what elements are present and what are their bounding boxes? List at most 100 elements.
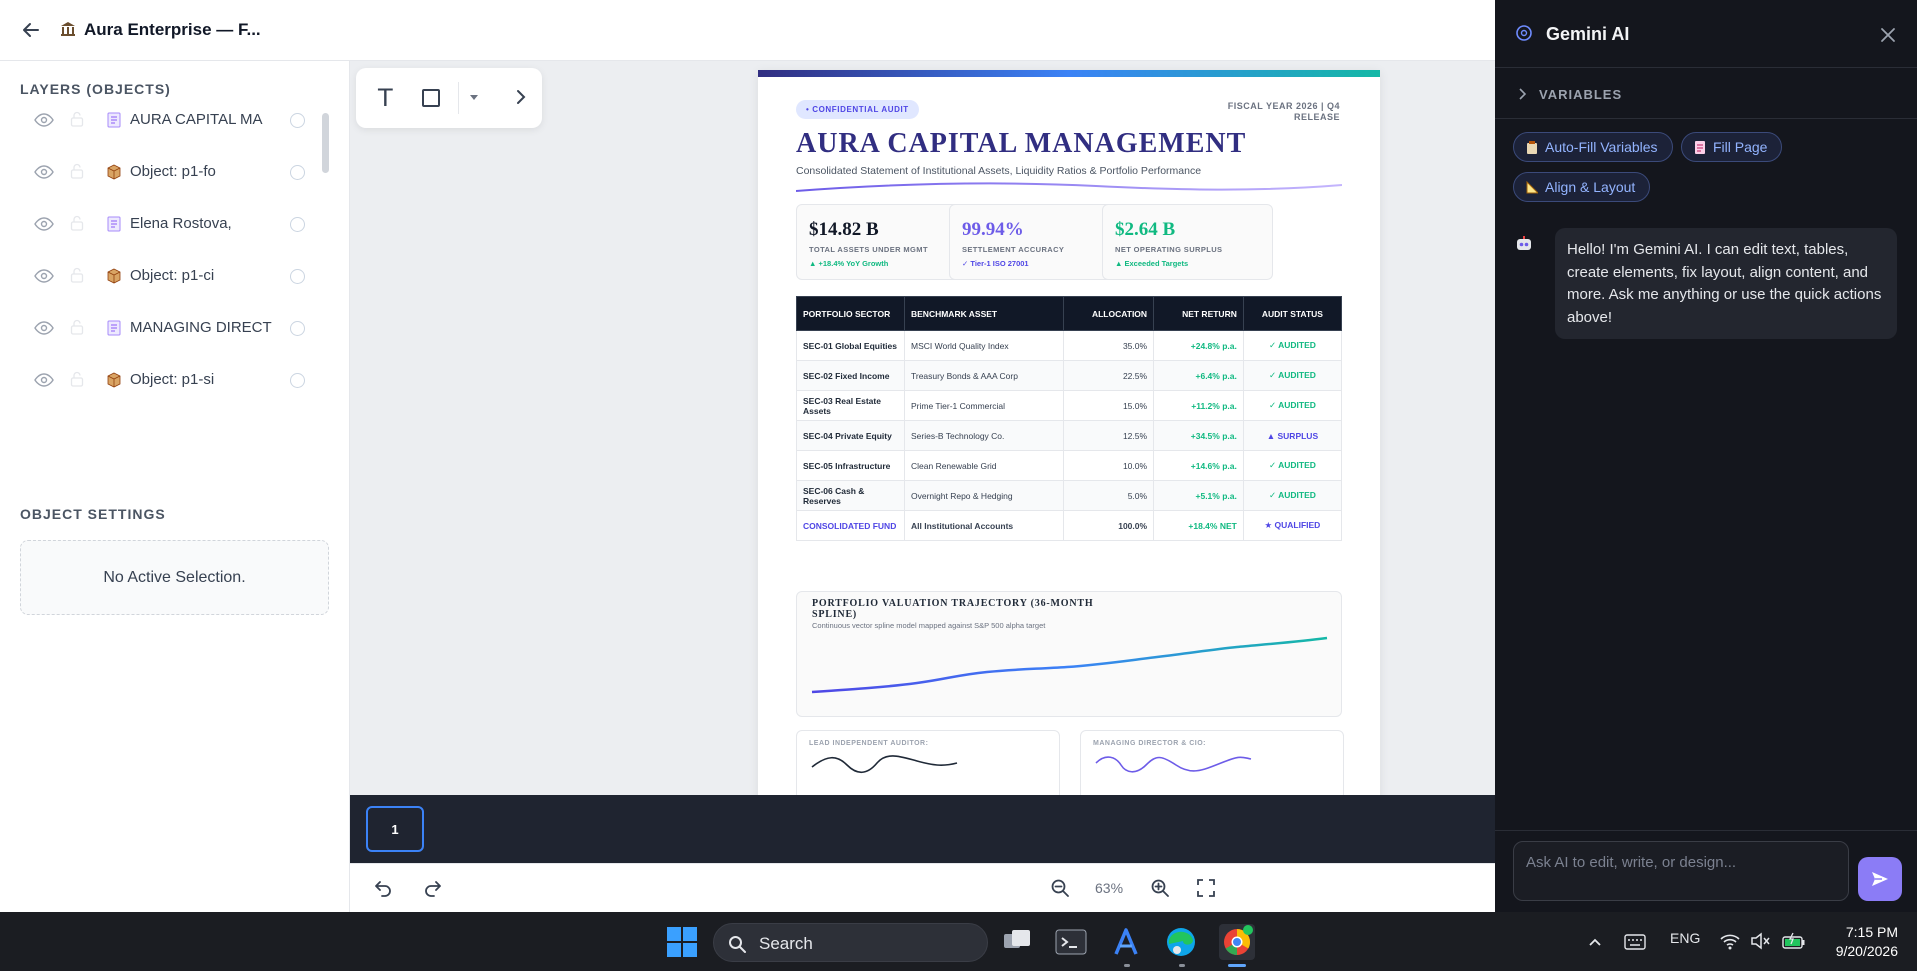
lock-open-icon[interactable] xyxy=(70,371,84,387)
windows-start-icon[interactable] xyxy=(664,924,700,960)
layer-item[interactable]: MANAGING DIRECT xyxy=(0,303,320,355)
keyboard-icon[interactable] xyxy=(1624,933,1646,951)
language-indicator[interactable]: ENG xyxy=(1670,930,1700,946)
lock-open-icon[interactable] xyxy=(70,215,84,231)
table-cell: SEC-03 Real Estate Assets xyxy=(796,390,905,421)
eye-icon[interactable] xyxy=(34,165,54,179)
layer-item[interactable]: Object: p1-si xyxy=(0,355,320,407)
table-row[interactable]: SEC-04 Private Equity Series-B Technology… xyxy=(796,420,1343,451)
lock-open-icon[interactable] xyxy=(70,319,84,335)
send-icon xyxy=(1872,872,1888,886)
redo-icon[interactable] xyxy=(423,878,443,898)
chrome-browser-icon[interactable] xyxy=(1219,924,1255,960)
fullscreen-icon[interactable] xyxy=(1196,878,1216,898)
layer-item[interactable]: AURA CAPITAL MA xyxy=(0,95,320,147)
edge-browser-icon[interactable] xyxy=(1163,924,1199,960)
page-strip: 1 xyxy=(350,795,1495,863)
eye-icon[interactable] xyxy=(34,113,54,127)
volume-muted-icon[interactable] xyxy=(1750,932,1770,950)
variables-section[interactable]: VARIABLES xyxy=(1495,69,1917,119)
table-row[interactable]: SEC-05 Infrastructure Clean Renewable Gri… xyxy=(796,450,1343,481)
layer-select-radio[interactable] xyxy=(290,269,305,284)
auto-fill-variables-button[interactable]: Auto-Fill Variables xyxy=(1513,132,1673,162)
canvas-area[interactable]: T • CONFIDENTIAL AUDIT FISCAL YEAR 2026 … xyxy=(350,61,1495,795)
kpi-card[interactable]: 99.94% SETTLEMENT ACCURACY ✓ Tier-1 ISO 27… xyxy=(949,204,1120,280)
table-cell: +24.8% p.a. xyxy=(1153,330,1244,361)
terminal-icon[interactable] xyxy=(1053,924,1089,960)
eye-icon[interactable] xyxy=(34,269,54,283)
variables-label: VARIABLES xyxy=(1539,87,1623,102)
app-a-icon[interactable] xyxy=(1108,924,1144,960)
align-layout-button[interactable]: Align & Layout xyxy=(1513,172,1651,202)
layer-item[interactable]: Object: p1-ci xyxy=(0,251,320,303)
eye-icon[interactable] xyxy=(34,217,54,231)
layer-item[interactable]: Object: p1-fo xyxy=(0,147,320,199)
zoom-level: 63% xyxy=(1095,880,1124,896)
table-cell: +11.2% p.a. xyxy=(1153,390,1244,421)
document-page[interactable]: • CONFIDENTIAL AUDIT FISCAL YEAR 2026 | … xyxy=(758,70,1380,795)
layer-select-radio[interactable] xyxy=(290,113,305,128)
text-tool-button[interactable]: T xyxy=(378,84,393,112)
fiscal-year-label: FISCAL YEAR 2026 | Q4 RELEASE xyxy=(1227,101,1340,122)
eye-icon[interactable] xyxy=(34,321,54,335)
package-icon xyxy=(107,372,121,388)
signature-box[interactable]: LEAD INDEPENDENT AUDITOR: xyxy=(796,730,1060,795)
table-header-cell: PORTFOLIO SECTOR xyxy=(796,296,905,331)
assistant-prompt-input[interactable] xyxy=(1513,841,1849,901)
kpi-card[interactable]: $14.82 B TOTAL ASSETS UNDER MGMT ▲ +18.4% … xyxy=(796,204,967,280)
table-row[interactable]: SEC-06 Cash & Reserves Overnight Repo & H… xyxy=(796,480,1343,511)
table-row[interactable]: SEC-02 Fixed Income Treasury Bonds & AAA … xyxy=(796,360,1343,391)
table-row[interactable]: SEC-03 Real Estate Assets Prime Tier-1 Co… xyxy=(796,390,1343,421)
lock-open-icon[interactable] xyxy=(70,111,84,127)
layer-select-radio[interactable] xyxy=(290,373,305,388)
table-cell: +5.1% p.a. xyxy=(1153,480,1244,511)
table-row[interactable]: SEC-01 Global Equities MSCI World Quality… xyxy=(796,330,1343,361)
layer-select-radio[interactable] xyxy=(290,321,305,336)
lock-open-icon[interactable] xyxy=(70,267,84,283)
taskbar-search[interactable]: Search xyxy=(713,923,988,962)
close-icon[interactable] xyxy=(1880,27,1896,43)
layer-select-radio[interactable] xyxy=(290,217,305,232)
battery-charging-icon[interactable] xyxy=(1782,932,1806,950)
undo-icon[interactable] xyxy=(373,878,393,898)
lock-open-icon[interactable] xyxy=(70,163,84,179)
zoom-in-icon[interactable] xyxy=(1150,878,1170,898)
chevron-right-icon[interactable] xyxy=(512,88,530,106)
table-cell: SEC-02 Fixed Income xyxy=(796,360,905,391)
eye-icon[interactable] xyxy=(34,373,54,387)
arrow-left-icon[interactable] xyxy=(20,19,42,41)
layers-scrollbar[interactable] xyxy=(322,113,329,173)
portfolio-table[interactable]: PORTFOLIO SECTOR BENCHMARK ASSET ALLOCATIO… xyxy=(796,296,1343,541)
zoom-out-icon[interactable] xyxy=(1050,878,1070,898)
valuation-chart[interactable]: PORTFOLIO VALUATION TRAJECTORY (36-MONTH… xyxy=(796,591,1342,717)
company-title[interactable]: AURA CAPITAL MANAGEMENT xyxy=(796,128,1246,160)
table-cell: Prime Tier-1 Commercial xyxy=(904,390,1064,421)
company-subtitle[interactable]: Consolidated Statement of Institutional … xyxy=(796,165,1201,177)
search-icon xyxy=(729,936,746,953)
chevron-up-icon[interactable] xyxy=(1587,934,1603,950)
table-cell: 12.5% xyxy=(1062,420,1155,451)
rectangle-tool-button[interactable] xyxy=(422,89,440,107)
kpi-delta: ▲ +18.4% YoY Growth xyxy=(809,259,889,268)
kpi-card[interactable]: $2.64 B NET OPERATING SURPLUS ▲ Exceeded T… xyxy=(1102,204,1273,280)
page-accent-bar xyxy=(758,70,1380,77)
document-title: Aura Enterprise — F... xyxy=(84,20,261,39)
task-view-icon[interactable] xyxy=(999,924,1035,960)
fill-page-button[interactable]: Fill Page xyxy=(1681,132,1783,162)
page-thumbnail[interactable]: 1 xyxy=(366,806,424,852)
wifi-icon[interactable] xyxy=(1720,932,1740,950)
table-cell: 100.0% xyxy=(1062,510,1155,541)
table-cell: SEC-04 Private Equity xyxy=(796,420,905,451)
system-clock[interactable]: 7:15 PM 9/20/2026 xyxy=(1818,923,1898,961)
shape-dropdown-icon[interactable] xyxy=(470,95,478,100)
signature-box[interactable]: MANAGING DIRECTOR & CIO: xyxy=(1080,730,1344,795)
layer-label: AURA CAPITAL MA xyxy=(130,111,263,128)
layer-select-radio[interactable] xyxy=(290,165,305,180)
layer-item[interactable]: Elena Rostova, xyxy=(0,199,320,251)
assistant-header: Gemini AI xyxy=(1495,0,1917,68)
table-cell: SEC-05 Infrastructure xyxy=(796,450,905,481)
triangle-ruler-icon xyxy=(1526,181,1538,194)
table-cell: Treasury Bonds & AAA Corp xyxy=(904,360,1064,391)
table-total-row[interactable]: CONSOLIDATED FUND All Institutional Accou… xyxy=(796,510,1343,541)
send-button[interactable] xyxy=(1858,857,1902,901)
